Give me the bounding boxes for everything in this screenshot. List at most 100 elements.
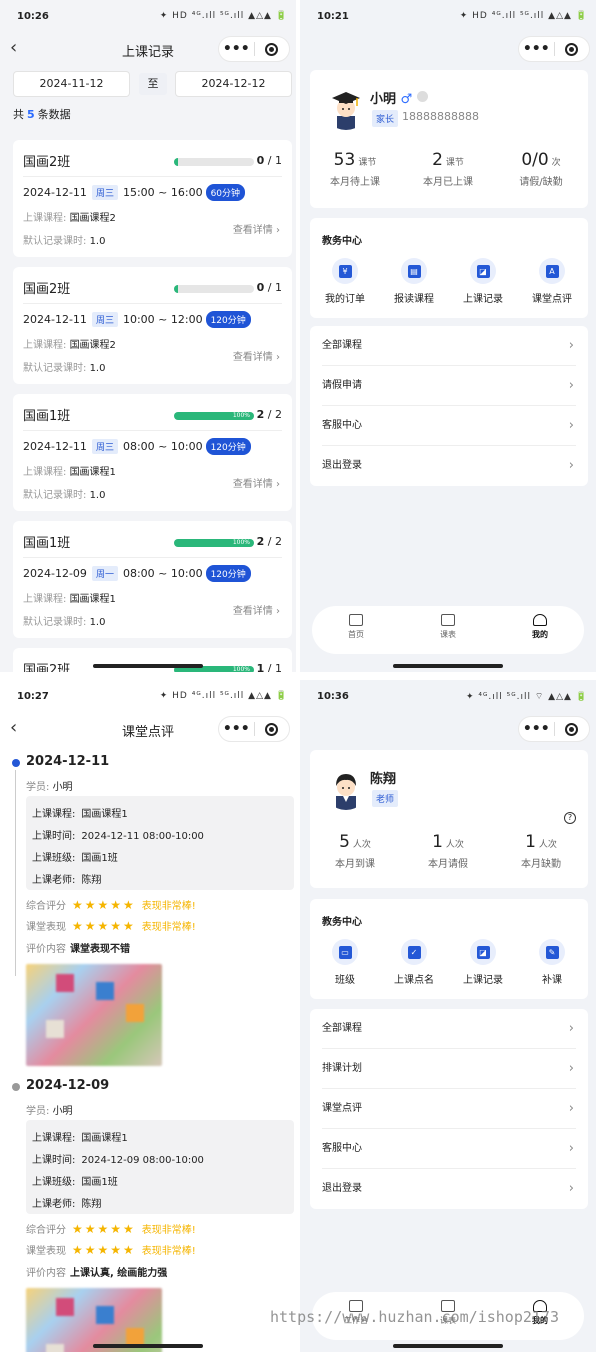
- progress-fill: [174, 285, 178, 293]
- stat-absent: 1 人次 本月缺勤: [521, 832, 561, 870]
- record-card[interactable]: 国画2班 0 / 1 2024-12-11 周三 10:00 ~ 12:00 120分钟上…: [13, 267, 292, 384]
- profile-card: 陈翔 老师 ? 5 人次 本月到课 1 人次 本月请假 1 人次 本月缺勤: [310, 750, 588, 888]
- order-icon: ¥: [332, 258, 358, 284]
- makeup-icon: ✎: [539, 939, 565, 965]
- record-card[interactable]: 国画2班 100% 1 / 1: [13, 648, 292, 672]
- edu-item-enroll[interactable]: ▤ 报读课程: [379, 258, 449, 305]
- watermark-text: https://www.huzhan.com/ishop2173: [270, 1308, 559, 1326]
- record-time: 2024-12-09 周一 08:00 ~ 10:00 120分钟: [23, 565, 251, 582]
- record-time: 2024-12-11 周三 08:00 ~ 10:00 120分钟: [23, 438, 251, 455]
- user-name: 陈翔: [370, 772, 397, 787]
- lesson-teacher: 上课老师: 陈翔: [32, 875, 102, 886]
- more-icon[interactable]: •••: [219, 722, 254, 736]
- attendance-count: 0 / 1: [256, 154, 282, 167]
- chevron-right-icon: ›: [276, 225, 280, 236]
- lesson-time: 上课时间: 2024-12-09 08:00-10:00: [32, 1155, 204, 1166]
- progress-bar: [174, 285, 254, 293]
- chevron-right-icon: ›: [568, 458, 574, 473]
- progress-bar: [174, 158, 254, 166]
- menu-class-review[interactable]: 课堂点评 ›: [322, 1089, 576, 1129]
- status-bar: 10:36 ✦ ⁴ᴳ.ıll ⁵ᴳ.ıll ⌔ ▲△▲ 🔋: [300, 680, 596, 714]
- more-icon[interactable]: •••: [219, 42, 254, 56]
- chevron-right-icon: ›: [568, 418, 574, 433]
- view-detail-link[interactable]: 查看详情 ›: [233, 475, 280, 490]
- edu-center: 教务中心 ¥ 我的订单 ▤ 报读课程 ◪ 上课记录 A 课堂点评: [310, 218, 588, 318]
- verified-badge-icon: [417, 91, 428, 102]
- close-capsule-icon[interactable]: [254, 42, 289, 56]
- review-date: 2024-12-09: [26, 1078, 110, 1093]
- record-time: 2024-12-11 周三 15:00 ~ 16:00 60分钟: [23, 184, 246, 201]
- attendance-count: 0 / 1: [256, 281, 282, 294]
- edu-center-title: 教务中心: [322, 236, 362, 247]
- edu-item-reviews[interactable]: A 课堂点评: [517, 258, 587, 305]
- record-card[interactable]: 国画1班 100% 2 / 2 2024-12-09 周一 08:00 ~ 10:00 12…: [13, 521, 292, 638]
- close-capsule-icon[interactable]: [554, 42, 589, 56]
- edu-item-orders[interactable]: ¥ 我的订单: [310, 258, 380, 305]
- edu-item-records[interactable]: ◪ 上课记录: [448, 939, 518, 986]
- class-photo[interactable]: [26, 964, 162, 1066]
- record-icon: ◪: [470, 939, 496, 965]
- weekday-badge: 周三: [91, 185, 118, 200]
- class-icon: ▭: [332, 939, 358, 965]
- rollcall-icon: ✓: [401, 939, 427, 965]
- star-rating-icon: ★★★★★: [72, 1242, 136, 1257]
- star-rating-icon: ★★★★★: [72, 897, 136, 912]
- avatar[interactable]: [324, 766, 368, 810]
- overall-rating: 综合评分 ★★★★★ 表现非常棒!: [26, 897, 196, 913]
- edu-item-records[interactable]: ◪ 上课记录: [448, 258, 518, 305]
- menu-customer-service[interactable]: 客服中心 ›: [322, 1129, 576, 1169]
- date-to-picker[interactable]: 2024-12-12: [175, 71, 292, 97]
- edu-item-makeup[interactable]: ✎ 补课: [517, 939, 587, 986]
- record-card[interactable]: 国画1班 100% 2 / 2 2024-12-11 周三 08:00 ~ 10:00 12…: [13, 394, 292, 511]
- class-name: 国画2班: [23, 282, 71, 297]
- close-capsule-icon[interactable]: [254, 722, 289, 736]
- menu-logout[interactable]: 退出登录 ›: [322, 1169, 576, 1209]
- menu-all-courses[interactable]: 全部课程 ›: [322, 1009, 576, 1049]
- lesson-class: 上课班级: 国画1班: [32, 853, 118, 864]
- review-comment: 评价内容 上课认真, 绘画能力强: [26, 1268, 168, 1279]
- avatar[interactable]: [324, 86, 368, 130]
- class-photo[interactable]: [26, 1288, 162, 1352]
- view-detail-link[interactable]: 查看详情 ›: [233, 221, 280, 236]
- more-icon[interactable]: •••: [519, 42, 554, 56]
- help-icon[interactable]: ?: [564, 812, 576, 824]
- record-card[interactable]: 国画2班 0 / 1 2024-12-11 周三 15:00 ~ 16:00 60分钟 上课…: [13, 140, 292, 257]
- review-entry: 2024-12-11 学员: 小明 上课课程: 国画课程1 上课时间: 2024-12-1…: [12, 754, 294, 1074]
- review-entry: 2024-12-09 学员: 小明 上课课程: 国画课程1 上课时间: 2024-12-0…: [12, 1078, 294, 1352]
- menu-logout[interactable]: 退出登录 ›: [322, 446, 576, 486]
- menu-leave-request[interactable]: 请假申请 ›: [322, 366, 576, 406]
- menu-customer-service[interactable]: 客服中心 ›: [322, 406, 576, 446]
- chevron-right-icon: ›: [568, 1141, 574, 1156]
- chevron-right-icon: ›: [568, 1181, 574, 1196]
- edu-item-class[interactable]: ▭ 班级: [310, 939, 380, 986]
- review-date: 2024-12-11: [26, 754, 110, 769]
- record-course: 上课课程: 国画课程2: [23, 340, 116, 351]
- weekday-badge: 周三: [91, 439, 118, 454]
- status-bar: 10:27 ✦ HD ⁴ᴳ.ıll ⁵ᴳ.ıll ▲△▲ 🔋: [0, 680, 296, 714]
- more-icon[interactable]: •••: [519, 722, 554, 736]
- duration-badge: 120分钟: [205, 438, 251, 455]
- class-review-screen: 10:27 ✦ HD ⁴ᴳ.ıll ⁵ᴳ.ıll ▲△▲ 🔋 ‹ 课堂点评 ••…: [0, 680, 296, 1352]
- menu-schedule-plan[interactable]: 排课计划 ›: [322, 1049, 576, 1089]
- edu-item-rollcall[interactable]: ✓ 上课点名: [379, 939, 449, 986]
- mini-program-capsule: •••: [518, 716, 590, 742]
- tab-schedule[interactable]: 课表: [418, 614, 478, 640]
- review-comment: 评价内容 课堂表现不错: [26, 944, 130, 955]
- view-detail-link[interactable]: 查看详情 ›: [233, 602, 280, 617]
- record-hours: 默认记录课时: 1.0: [23, 236, 106, 247]
- menu-all-courses[interactable]: 全部课程 ›: [322, 326, 576, 366]
- date-from-picker[interactable]: 2024-11-12: [13, 71, 130, 97]
- progress-fill: [174, 158, 178, 166]
- view-detail-link[interactable]: 查看详情 ›: [233, 348, 280, 363]
- edu-center-title: 教务中心: [322, 917, 362, 928]
- tab-mine[interactable]: 我的: [510, 614, 570, 640]
- nav-bar: •••: [300, 34, 596, 64]
- close-capsule-icon[interactable]: [554, 722, 589, 736]
- nav-bar: ‹ 课堂点评 •••: [0, 714, 296, 744]
- tab-home[interactable]: 首页: [326, 614, 386, 640]
- nav-bar: •••: [300, 714, 596, 744]
- lesson-info-box: 上课课程: 国画课程1 上课时间: 2024-12-11 08:00-10:00 上课班…: [26, 796, 294, 890]
- review-icon: A: [539, 258, 565, 284]
- class-name: 国画1班: [23, 536, 71, 551]
- status-time: 10:26: [17, 11, 49, 22]
